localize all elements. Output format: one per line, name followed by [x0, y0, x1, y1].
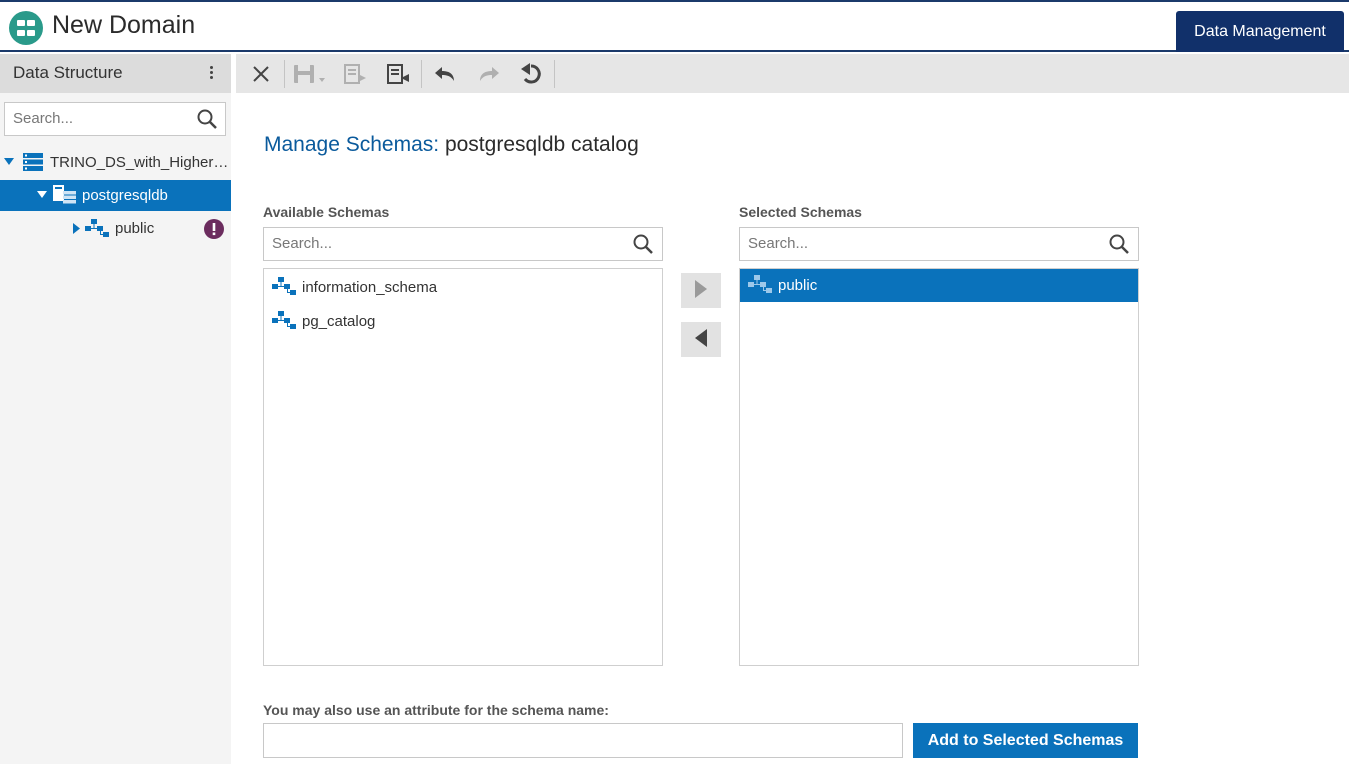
search-icon[interactable]: [632, 233, 654, 255]
toolbar: [236, 54, 1349, 93]
schema-icon: [272, 277, 296, 295]
toolbar-separator: [284, 60, 285, 88]
close-icon[interactable]: [247, 60, 275, 88]
panel-header: Data Structure: [0, 54, 231, 93]
export-icon[interactable]: [340, 60, 368, 88]
move-left-button[interactable]: [681, 322, 721, 357]
attribute-label: You may also use an attribute for the sc…: [263, 702, 609, 718]
data-management-button[interactable]: Data Management: [1176, 11, 1344, 52]
available-search-input[interactable]: [272, 235, 442, 252]
list-item-label: public: [778, 277, 818, 294]
data-structure-panel: Data Structure TRINO_DS_with_Higher… po: [0, 54, 231, 764]
tree-item-label: postgresqldb: [82, 187, 168, 204]
page-title: New Domain: [52, 11, 196, 39]
move-right-button[interactable]: [681, 273, 721, 308]
redo-icon[interactable]: [474, 60, 502, 88]
tree-item-datasource[interactable]: TRINO_DS_with_Higher…: [0, 147, 231, 178]
panel-title: Data Structure: [13, 63, 123, 82]
arrow-left-icon: [695, 329, 707, 347]
search-icon[interactable]: [196, 108, 218, 130]
undo-icon[interactable]: [432, 60, 460, 88]
list-item[interactable]: public: [740, 269, 1138, 302]
schema-icon: [272, 311, 296, 329]
schema-icon: [85, 219, 109, 237]
manage-schemas-title: Manage Schemas: postgresqldb catalog: [264, 133, 639, 157]
toolbar-separator: [554, 60, 555, 88]
search-icon[interactable]: [1108, 233, 1130, 255]
available-search-box: [263, 227, 663, 261]
available-schemas-label: Available Schemas: [263, 204, 390, 220]
title-value: postgresqldb catalog: [444, 133, 639, 156]
tree-search-input[interactable]: [13, 110, 183, 127]
save-icon[interactable]: [291, 60, 331, 88]
warning-icon[interactable]: [204, 219, 224, 239]
toolbar-separator: [421, 60, 422, 88]
tree-item-catalog[interactable]: postgresqldb: [0, 180, 231, 211]
selected-schemas-label: Selected Schemas: [739, 204, 862, 220]
arrow-right-icon: [695, 280, 707, 298]
available-schemas-list: information_schema pg_catalog: [263, 268, 663, 666]
expand-arrow-icon[interactable]: [4, 158, 14, 166]
tree-item-label: TRINO_DS_with_Higher…: [50, 154, 228, 171]
undo-all-icon[interactable]: [517, 60, 545, 88]
datasource-icon: [23, 153, 43, 171]
selected-search-box: [739, 227, 1139, 261]
tree-search-box: [4, 102, 226, 136]
expand-arrow-icon[interactable]: [37, 191, 47, 199]
import-icon[interactable]: [383, 60, 411, 88]
tree-item-label: public: [115, 220, 155, 237]
list-item[interactable]: information_schema: [264, 271, 662, 304]
domain-logo-icon: [9, 11, 43, 45]
more-options-icon[interactable]: [205, 64, 217, 84]
selected-search-input[interactable]: [748, 235, 918, 252]
list-item-label: pg_catalog: [302, 313, 376, 330]
collapsed-arrow-icon[interactable]: [73, 223, 80, 234]
selected-schemas-list: public: [739, 268, 1139, 666]
add-to-selected-button[interactable]: Add to Selected Schemas: [913, 723, 1138, 758]
schema-icon: [748, 275, 772, 293]
title-label: Manage Schemas:: [264, 133, 440, 156]
tree-item-schema[interactable]: public: [0, 213, 231, 244]
list-item[interactable]: pg_catalog: [264, 305, 662, 338]
list-item-label: information_schema: [302, 279, 438, 296]
attribute-input[interactable]: [263, 723, 903, 758]
app-header: New Domain Data Management: [0, 2, 1349, 52]
catalog-icon: [53, 185, 76, 204]
